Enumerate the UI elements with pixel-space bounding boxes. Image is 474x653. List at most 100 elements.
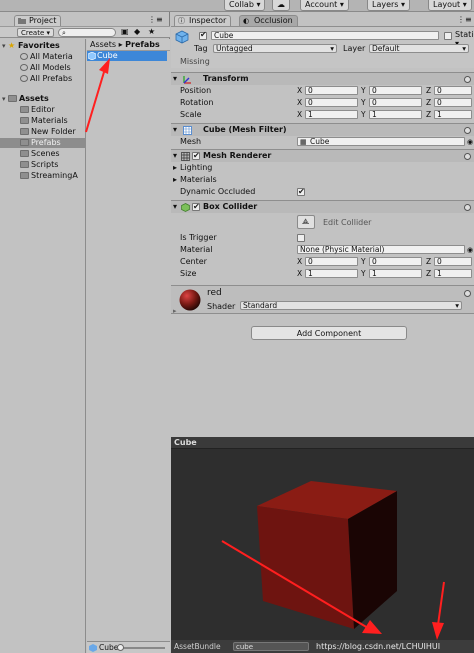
filter-type-icon[interactable]: ▣ [121, 27, 129, 36]
dynamic-occluded-checkbox[interactable] [297, 186, 305, 198]
scale-z-field[interactable]: 1 [434, 110, 472, 119]
panel-menu-icon[interactable]: ⋮≡ [457, 15, 472, 24]
position-x-field[interactable]: 0 [305, 86, 358, 95]
tab-inspector[interactable]: ⓘ Inspector [174, 15, 232, 26]
project-search-input[interactable]: ⌕ [58, 28, 116, 37]
object-picker-icon[interactable]: ◉ [467, 136, 473, 148]
center-y-field[interactable]: 0 [369, 257, 422, 266]
box-collider-enabled-checkbox[interactable] [192, 201, 200, 213]
preview-title-bar[interactable]: Cube [171, 437, 474, 449]
tree-item-editor[interactable]: Editor [0, 105, 86, 115]
tree-item-materials[interactable]: Materials [0, 116, 86, 126]
position-row: Position X0 Y0 Z0 [171, 85, 474, 97]
field-value: 1 [437, 269, 442, 278]
expand-caret-icon[interactable]: ▾ [0, 41, 8, 51]
tree-item-scenes[interactable]: Scenes [0, 149, 86, 159]
folder-icon [20, 172, 29, 179]
create-button[interactable]: Create ▾ [17, 28, 54, 37]
expand-caret-icon[interactable]: ▸ [173, 307, 177, 315]
cloud-button[interactable]: ☁ [272, 0, 290, 11]
position-y-field[interactable]: 0 [369, 86, 422, 95]
gear-icon[interactable] [464, 290, 471, 297]
mesh-renderer-enabled-checkbox[interactable] [192, 150, 200, 162]
axis-y-label: Y [361, 98, 366, 107]
mesh-field[interactable]: ▦ Cube [297, 137, 465, 146]
box-collider-header[interactable]: ▾ Box Collider [171, 200, 474, 213]
mesh-renderer-header[interactable]: ▾ Mesh Renderer [171, 149, 474, 162]
expand-caret-icon[interactable]: ▸ [173, 174, 177, 186]
rotation-z-field[interactable]: 0 [434, 98, 472, 107]
gear-icon[interactable] [464, 76, 471, 83]
collapse-caret-icon[interactable]: ▾ [173, 201, 177, 213]
tree-item-favorites[interactable]: ▾ ★ Favorites [0, 41, 86, 51]
tree-item-favorite-materials[interactable]: All Materia [0, 52, 86, 62]
collapse-caret-icon[interactable]: ▾ [173, 124, 177, 136]
tag-dropdown[interactable]: Untagged ▾ [213, 44, 337, 53]
tree-item-prefabs[interactable]: Prefabs [0, 138, 86, 148]
layer-dropdown[interactable]: Default ▾ [369, 44, 469, 53]
slider-handle[interactable] [117, 644, 124, 651]
scale-y-field[interactable]: 1 [369, 110, 422, 119]
tree-item-assets[interactable]: ▾ Assets [0, 94, 86, 104]
account-button[interactable]: Account ▾ [300, 0, 349, 11]
shader-dropdown[interactable]: Standard ▾ [240, 301, 462, 310]
rotation-x-field[interactable]: 0 [305, 98, 358, 107]
add-component-button[interactable]: Add Component [251, 326, 407, 340]
layers-button[interactable]: Layers ▾ [367, 0, 411, 11]
tree-item-streaming-assets[interactable]: StreamingA [0, 171, 86, 181]
favorite-star-icon[interactable]: ★ [148, 27, 155, 36]
field-value: 0 [308, 98, 313, 107]
static-checkbox[interactable] [444, 32, 452, 40]
axis-x-label: X [297, 110, 303, 119]
edit-collider-button[interactable]: ⟁ [297, 215, 315, 229]
filter-label-icon[interactable]: ◆ [134, 27, 140, 36]
field-value: 0 [437, 86, 442, 95]
panel-menu-icon[interactable]: ⋮≡ [148, 15, 163, 24]
object-name-field[interactable]: Cube [211, 31, 439, 40]
transform-header[interactable]: ▾ Transform [171, 72, 474, 85]
position-z-field[interactable]: 0 [434, 86, 472, 95]
field-value: 0 [308, 257, 313, 266]
file-item-cube[interactable]: Cube [87, 51, 167, 61]
breadcrumb-root[interactable]: Assets [90, 40, 116, 49]
center-x-field[interactable]: 0 [305, 257, 358, 266]
asset-bundle-label: AssetBundle [174, 642, 221, 651]
rotation-y-field[interactable]: 0 [369, 98, 422, 107]
center-z-field[interactable]: 0 [434, 257, 472, 266]
scale-x-field[interactable]: 1 [305, 110, 358, 119]
collab-button[interactable]: Collab ▾ [224, 0, 266, 11]
preview-viewport[interactable] [171, 449, 474, 640]
collider-material-field[interactable]: None (Physic Material) [297, 245, 465, 254]
expand-caret-icon[interactable]: ▸ [173, 162, 177, 174]
asset-bundle-dropdown[interactable]: cube [233, 642, 309, 651]
gear-icon[interactable] [464, 127, 471, 134]
tab-occlusion[interactable]: ◐ Occlusion [239, 15, 298, 26]
icon-size-slider[interactable] [117, 644, 165, 651]
collapse-caret-icon[interactable]: ▾ [173, 73, 177, 85]
lighting-row[interactable]: ▸ Lighting [171, 162, 474, 174]
tree-item-label: Editor [31, 105, 55, 114]
tab-project[interactable]: Project [14, 15, 62, 26]
breadcrumb-current[interactable]: Prefabs [125, 40, 160, 49]
tree-item-favorite-prefabs[interactable]: All Prefabs [0, 74, 86, 84]
mesh-icon: ▦ [300, 138, 307, 146]
size-x-field[interactable]: 1 [305, 269, 358, 278]
mesh-filter-header[interactable]: ▾ Cube (Mesh Filter) [171, 123, 474, 136]
materials-row[interactable]: ▸ Materials [171, 174, 474, 186]
transform-title: Transform [203, 74, 249, 83]
tree-item-scripts[interactable]: Scripts [0, 160, 86, 170]
tree-item-new-folder[interactable]: New Folder [0, 127, 86, 137]
collapse-caret-icon[interactable]: ▾ [173, 150, 177, 162]
size-z-field[interactable]: 1 [434, 269, 472, 278]
shader-value: Standard [243, 301, 278, 310]
active-checkbox[interactable] [199, 30, 207, 40]
gear-icon[interactable] [464, 204, 471, 211]
is-trigger-checkbox[interactable] [297, 234, 305, 242]
expand-caret-icon[interactable]: ▾ [0, 94, 8, 104]
size-y-field[interactable]: 1 [369, 269, 422, 278]
tree-item-favorite-models[interactable]: All Models [0, 63, 86, 73]
layout-button[interactable]: Layout ▾ [428, 0, 472, 11]
object-picker-icon[interactable]: ◉ [467, 244, 473, 256]
field-value: 1 [308, 110, 313, 119]
gear-icon[interactable] [464, 153, 471, 160]
